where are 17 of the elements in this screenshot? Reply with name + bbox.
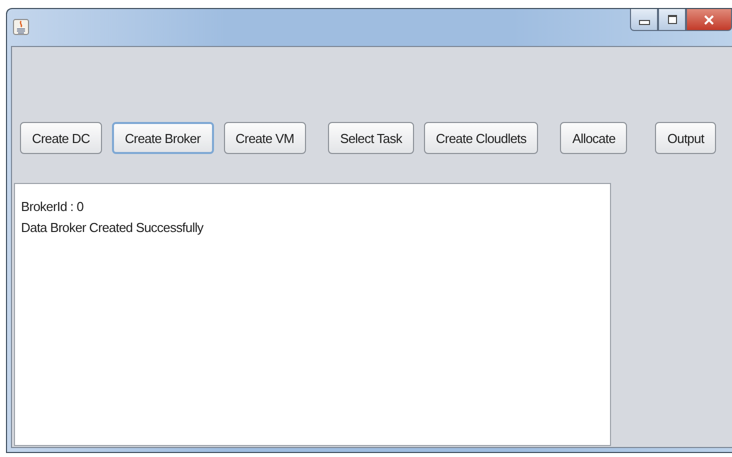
output-text-area[interactable]: BrokerId : 0 Data Broker Created Successfully — [14, 183, 611, 446]
action-button[interactable]: Create Cloudlets — [424, 122, 538, 154]
output-line: Data Broker Created Successfully — [21, 219, 204, 237]
close-button[interactable] — [686, 9, 732, 31]
minimize-button[interactable] — [630, 9, 658, 31]
action-button[interactable]: Output — [655, 122, 716, 154]
close-icon — [704, 14, 714, 24]
action-button[interactable]: Create VM — [224, 122, 306, 154]
java-cup-icon — [13, 19, 29, 35]
action-button[interactable]: Create DC — [20, 122, 102, 154]
maximize-button[interactable] — [658, 9, 686, 31]
output-line: BrokerId : 0 — [21, 198, 84, 216]
action-button[interactable]: Create Broker — [112, 122, 214, 154]
action-button[interactable]: Select Task — [328, 122, 414, 154]
action-button[interactable]: Allocate — [560, 122, 628, 154]
minimize-icon — [638, 20, 650, 25]
maximize-icon — [668, 15, 676, 24]
